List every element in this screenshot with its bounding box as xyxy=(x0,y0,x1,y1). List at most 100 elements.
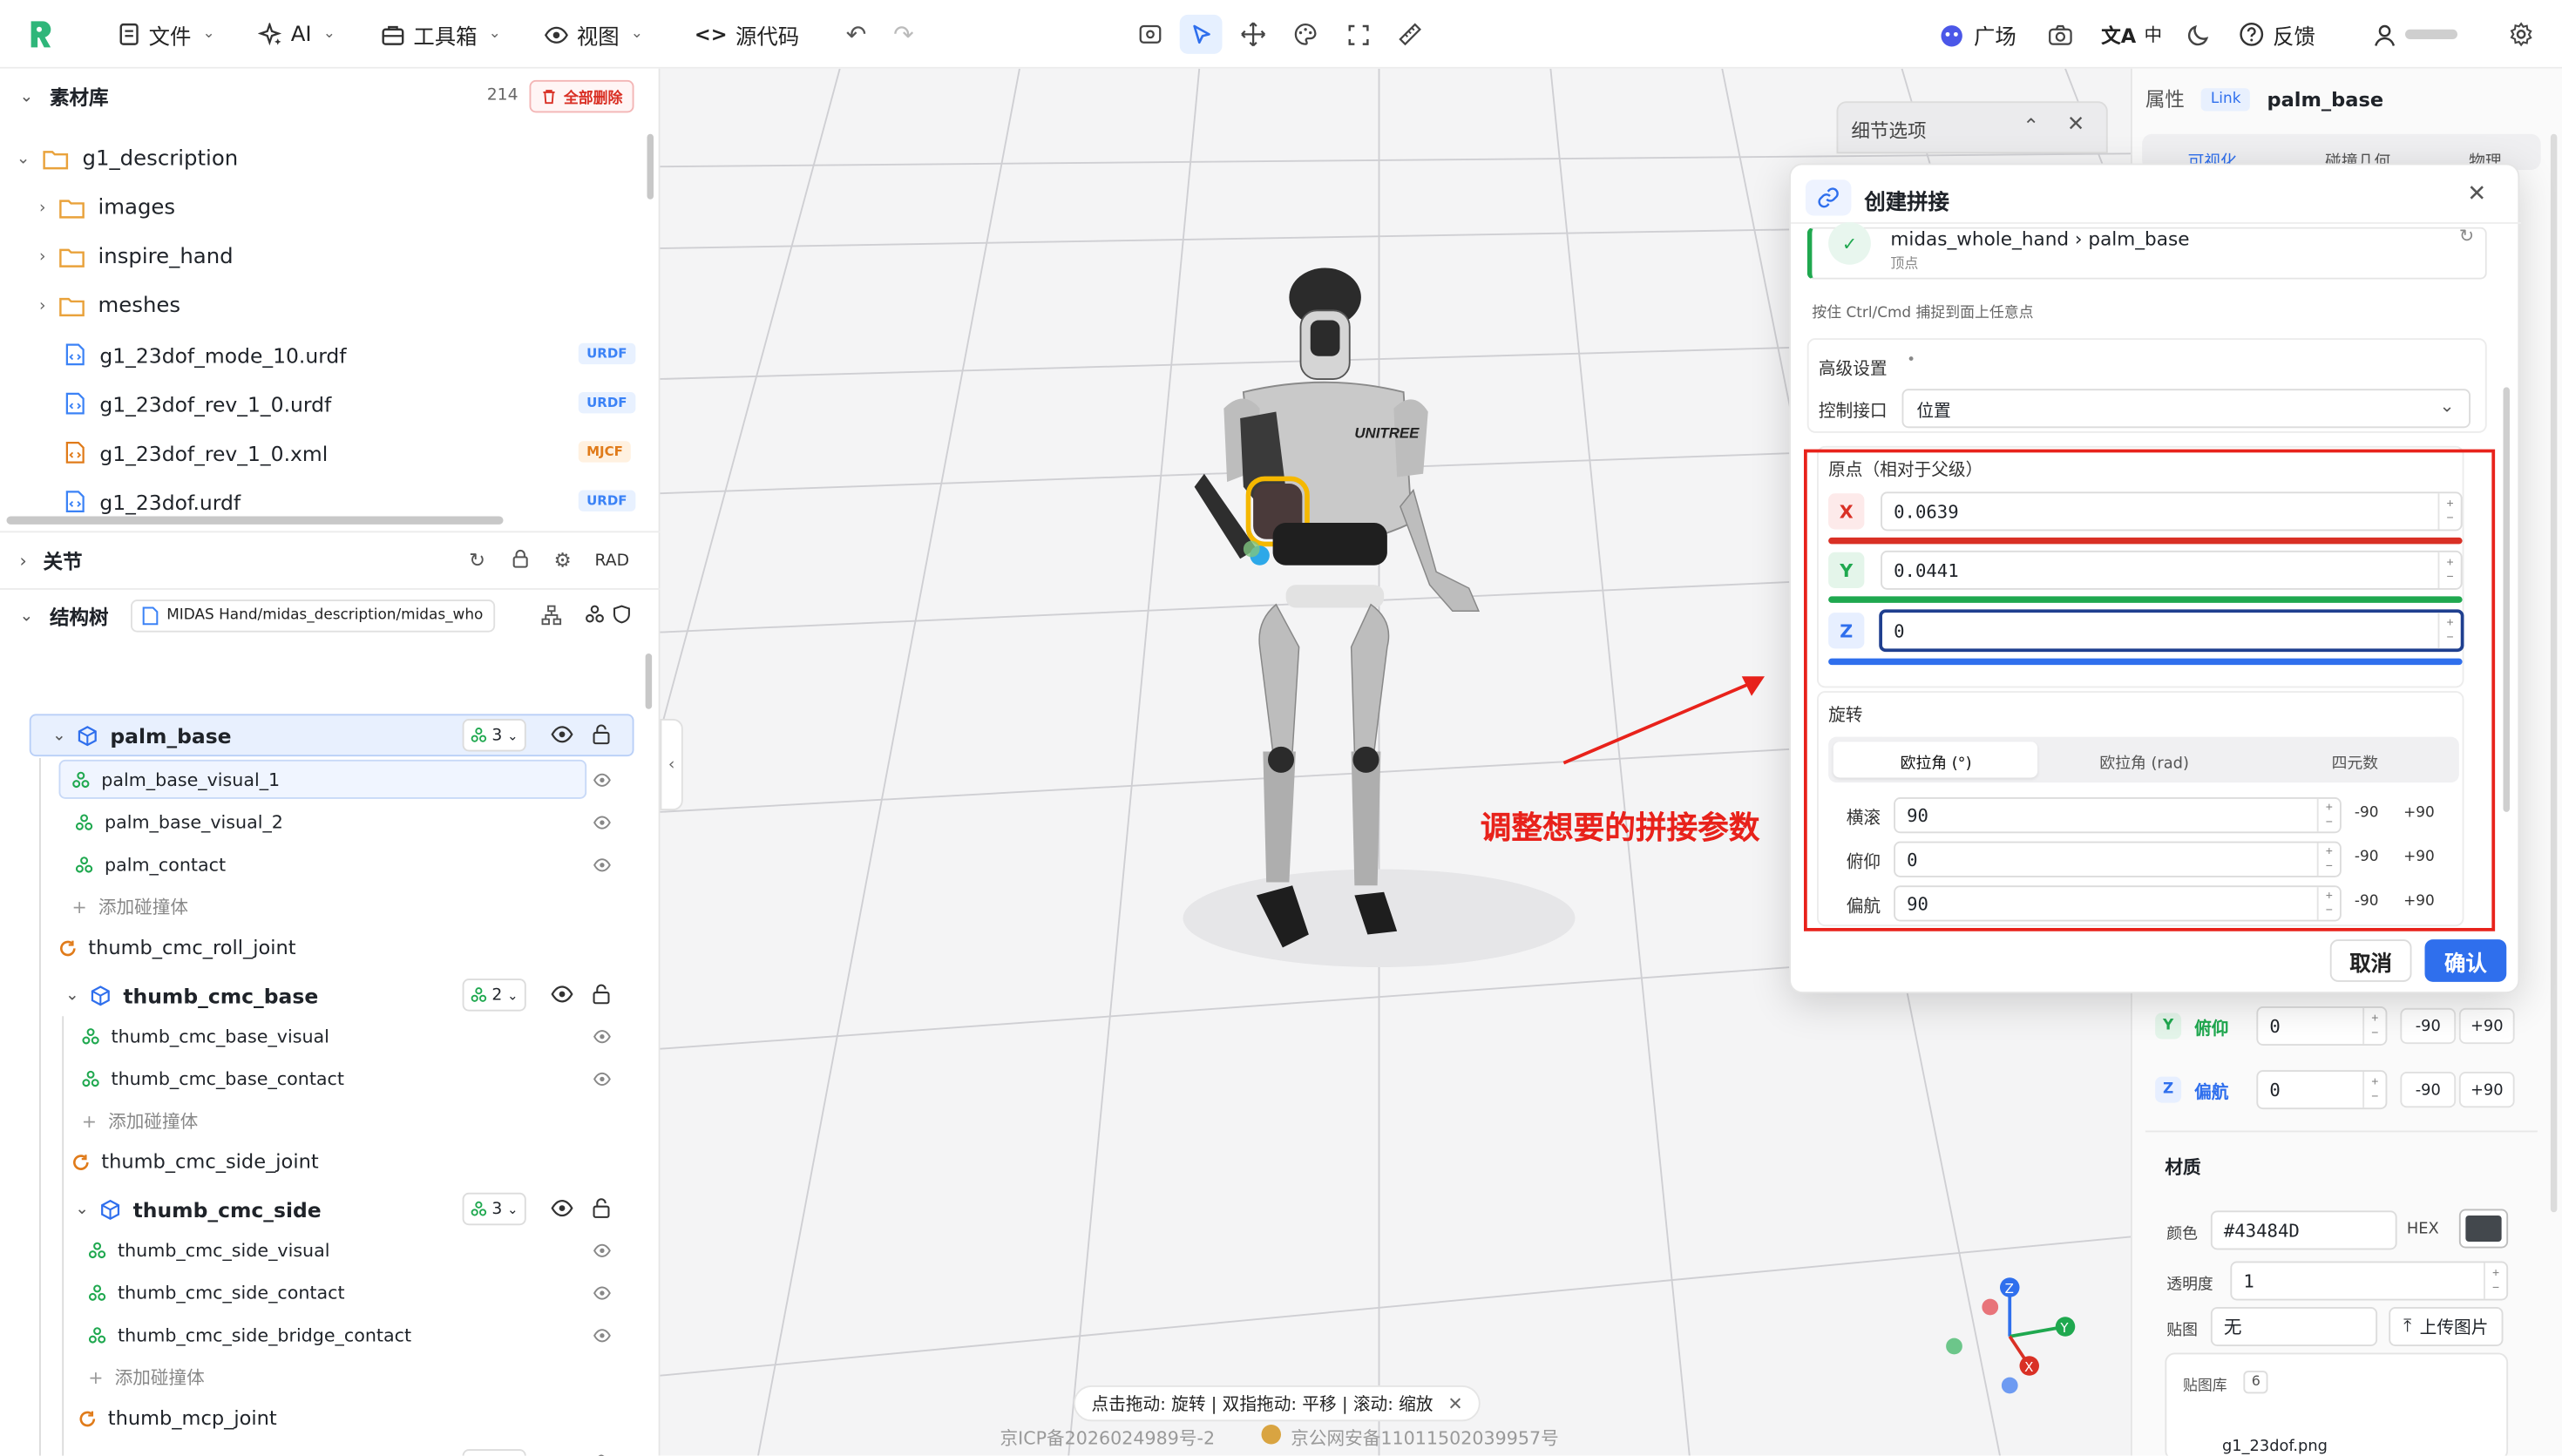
min-button[interactable]: -90 xyxy=(2400,1007,2457,1045)
close-icon[interactable]: ✕ xyxy=(1447,1392,1462,1413)
redo-button[interactable]: ↷ xyxy=(883,15,925,54)
folder-root[interactable]: ⌄ g1_description xyxy=(0,140,661,176)
menu-ai[interactable]: AI ⌄ xyxy=(258,0,336,69)
tree-node-thumb_mcp_joint[interactable]: thumb_mcp_joint xyxy=(0,1400,661,1436)
move-tool-button[interactable] xyxy=(1232,15,1275,54)
spinner[interactable]: + − xyxy=(2362,1007,2385,1045)
chevron-up-icon[interactable]: ⌃ xyxy=(2023,114,2039,137)
reset-joints-button[interactable]: ↻ xyxy=(469,549,485,572)
shield-button[interactable] xyxy=(613,605,631,625)
yaw-input[interactable]: 0 + − xyxy=(2256,1070,2388,1110)
menu-toolbox[interactable]: 工具箱 ⌄ xyxy=(381,0,501,69)
police-record-link[interactable]: 京公网安备11011502039957号 xyxy=(1291,1425,1558,1451)
folder-item[interactable]: › images xyxy=(0,190,661,226)
language-button[interactable]: 文A 中 xyxy=(2101,0,2162,69)
upload-image-button[interactable]: ⤒ 上传图片 xyxy=(2389,1307,2504,1346)
opacity-input[interactable]: 1 + − xyxy=(2230,1261,2509,1301)
color-swatch[interactable] xyxy=(2458,1209,2509,1249)
max-button[interactable]: +90 xyxy=(2458,1007,2515,1045)
undo-button[interactable]: ↶ xyxy=(835,15,878,54)
eye-icon[interactable] xyxy=(593,773,612,788)
app-logo[interactable] xyxy=(23,17,58,52)
eye-icon[interactable] xyxy=(551,726,573,744)
dialog-scrollbar[interactable] xyxy=(2503,387,2510,812)
robot-model[interactable]: UNITREE xyxy=(1191,261,1494,964)
file-item[interactable]: g1_23dof.urdf xyxy=(0,484,661,519)
cancel-button[interactable]: 取消 xyxy=(2329,939,2412,982)
icp-link[interactable]: 京ICP备2026024989号-2 xyxy=(1000,1425,1216,1451)
lock-joints-button[interactable] xyxy=(512,549,530,569)
eye-icon[interactable] xyxy=(593,1072,612,1087)
eye-icon[interactable] xyxy=(593,1243,612,1258)
plaza-button[interactable]: 广场 xyxy=(1938,0,2016,69)
assets-hscrollbar[interactable] xyxy=(6,516,504,525)
screenshot-button[interactable] xyxy=(2039,15,2082,54)
color-hex-input[interactable]: #43484D xyxy=(2210,1210,2397,1250)
eye-icon[interactable] xyxy=(593,1029,612,1044)
eye-icon[interactable] xyxy=(593,1286,612,1301)
unlock-icon[interactable] xyxy=(592,1197,612,1218)
tree-node-thumb_mcp[interactable]: ⌄thumb_mcp xyxy=(0,1445,661,1456)
max-button[interactable]: +90 xyxy=(2458,1072,2515,1108)
tree-node-palm_contact[interactable]: palm_contact xyxy=(0,846,661,882)
tree-node-thumb_cmc_side_bridge_contact[interactable]: thumb_cmc_side_bridge_contact xyxy=(0,1317,661,1352)
axis-gizmo[interactable]: Z Y X xyxy=(1935,1262,2082,1409)
reset-icon[interactable]: ↻ xyxy=(2459,226,2474,247)
confirm-button[interactable]: 确认 xyxy=(2424,939,2507,982)
tree-node-palm_base_visual_1[interactable]: palm_base_visual_1 xyxy=(0,762,661,797)
theme-toggle-button[interactable] xyxy=(2177,15,2220,54)
filter-button[interactable] xyxy=(585,605,605,625)
eye-icon[interactable] xyxy=(593,857,612,872)
folder-item[interactable]: › meshes xyxy=(0,288,661,323)
palette-tool-button[interactable] xyxy=(1284,15,1327,54)
measure-tool-button[interactable] xyxy=(1389,15,1432,54)
file-item[interactable]: g1_23dof_mode_10.urdf xyxy=(0,336,661,372)
rad-toggle[interactable]: RAD xyxy=(595,552,630,571)
menu-view[interactable]: 视图 ⌄ xyxy=(544,0,643,69)
properties-scrollbar[interactable] xyxy=(2550,133,2558,1213)
advanced-label[interactable]: 高级设置 xyxy=(1819,356,1888,381)
tree-node-thumb_cmc_side_joint[interactable]: thumb_cmc_side_joint xyxy=(0,1144,661,1180)
tree-node-thumb_cmc_side_visual[interactable]: thumb_cmc_side_visual xyxy=(0,1232,661,1268)
tree-node-thumb_cmc_base_contact[interactable]: thumb_cmc_base_contact xyxy=(0,1060,661,1096)
file-item[interactable]: g1_23dof_rev_1_0.xml xyxy=(0,435,661,471)
child-count-dropdown[interactable]: 3 ⌄ xyxy=(462,1192,526,1226)
pitch-input[interactable]: 0 + − xyxy=(2256,1006,2388,1046)
unlock-icon[interactable] xyxy=(592,984,612,1005)
structure-scrollbar[interactable] xyxy=(645,654,653,709)
child-count-dropdown[interactable]: 2⌄ xyxy=(462,979,526,1012)
orbit-tool-button[interactable] xyxy=(1129,15,1172,54)
joints-header[interactable]: › 关节 xyxy=(20,547,83,575)
min-button[interactable]: -90 xyxy=(2400,1072,2457,1108)
menu-source-code[interactable]: <> 源代码 xyxy=(695,0,799,69)
control-interface-select[interactable]: 位置 ⌄ xyxy=(1901,389,2470,429)
collapse-left-panel-handle[interactable]: ‹ xyxy=(660,719,683,810)
assets-scrollbar[interactable] xyxy=(647,133,654,200)
eye-icon[interactable] xyxy=(593,1328,612,1343)
eye-icon[interactable] xyxy=(593,816,612,830)
texture-input[interactable]: 无 xyxy=(2210,1307,2378,1346)
spinner[interactable]: + − xyxy=(2362,1072,2385,1108)
source-card[interactable]: ✓ midas_whole_hand › palm_base 顶点 ↻ xyxy=(1806,222,2487,280)
close-dialog-button[interactable]: ✕ xyxy=(2467,181,2486,207)
file-item[interactable]: g1_23dof_rev_1_0.urdf xyxy=(0,386,661,422)
tree-node-add-collision[interactable]: + 添加碰撞体 xyxy=(0,1103,661,1139)
structure-file-chip[interactable]: MIDAS Hand/midas_description/midas_who xyxy=(131,599,495,633)
texture-item-label[interactable]: g1_23dof.png xyxy=(2222,1438,2328,1456)
eye-icon[interactable] xyxy=(551,985,573,1004)
hierarchy-view-button[interactable] xyxy=(541,605,562,626)
tree-node-thumb_cmc_side_contact[interactable]: thumb_cmc_side_contact xyxy=(0,1275,661,1310)
tree-node-thumb_cmc_base_visual[interactable]: thumb_cmc_base_visual xyxy=(0,1018,661,1053)
eye-icon[interactable] xyxy=(551,1199,573,1217)
feedback-button[interactable]: 反馈 xyxy=(2239,0,2315,69)
tree-node-thumb_cmc_roll_joint[interactable]: thumb_cmc_roll_joint xyxy=(0,930,661,965)
tree-node-palm_base_visual_2[interactable]: palm_base_visual_2 xyxy=(0,804,661,840)
close-icon[interactable]: ✕ xyxy=(2067,112,2084,137)
structure-header[interactable]: ⌄ 结构树 xyxy=(20,603,109,631)
menu-file[interactable]: 文件 ⌄ xyxy=(118,0,215,69)
folder-item[interactable]: › inspire_hand xyxy=(0,239,661,274)
fit-view-button[interactable] xyxy=(1337,15,1379,54)
spinner[interactable]: + − xyxy=(2484,1263,2506,1299)
unlock-icon[interactable] xyxy=(592,724,612,745)
delete-all-button[interactable]: 全部删除 xyxy=(529,79,634,113)
